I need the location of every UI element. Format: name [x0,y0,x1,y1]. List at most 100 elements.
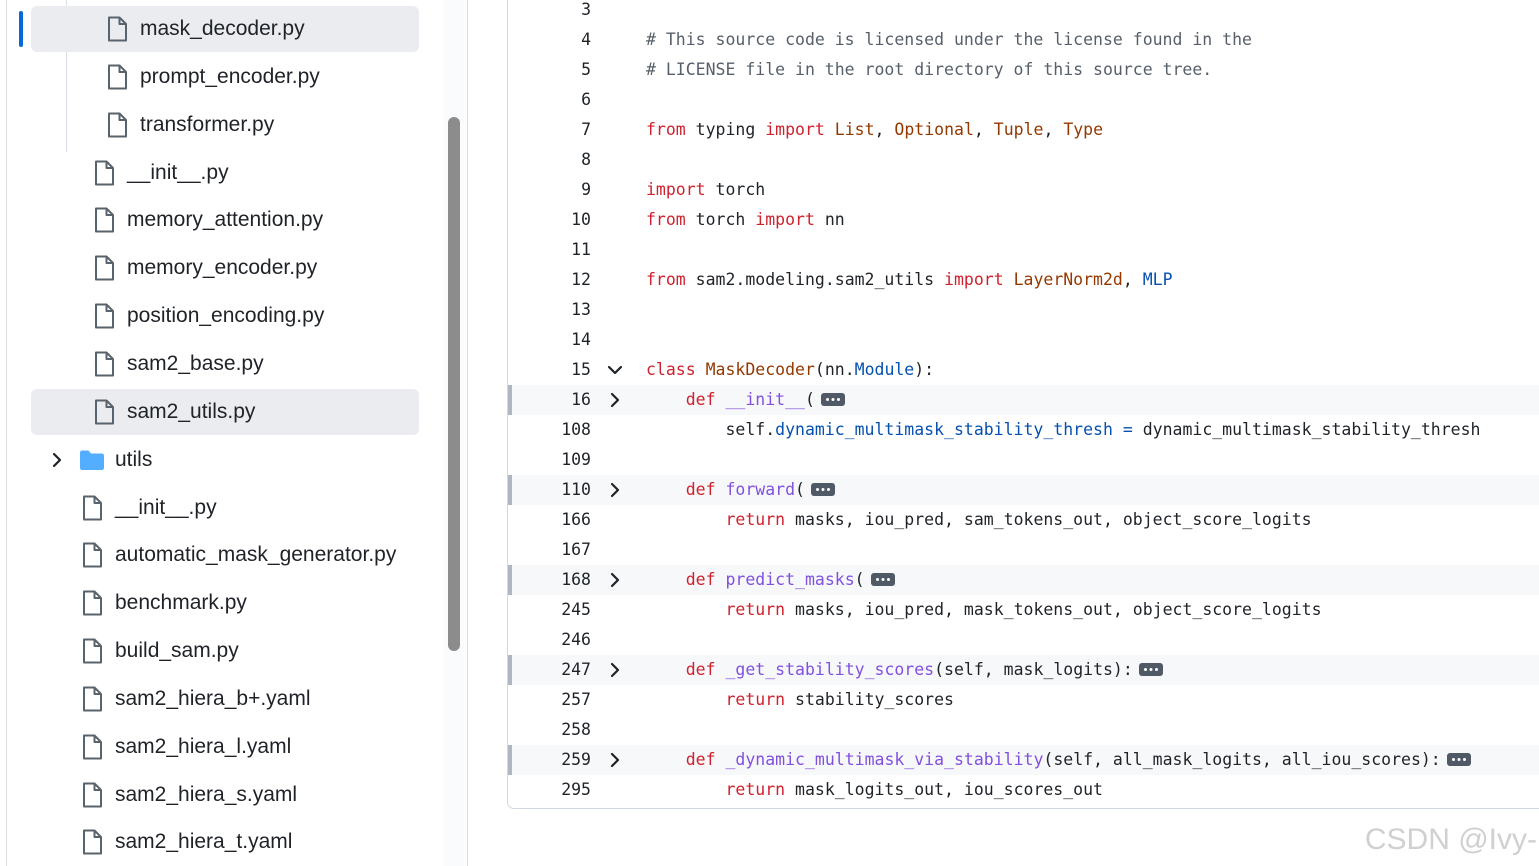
tree-file-item[interactable]: memory_attention.py [31,197,419,243]
expand-ellipsis-button[interactable] [1138,663,1163,676]
line-number[interactable]: 4 [508,25,591,55]
file-icon [79,542,105,568]
expand-ellipsis-button[interactable] [870,573,895,586]
code-line: 245 return masks, iou_pred, mask_tokens_… [508,595,1539,625]
code-line: 259 def _dynamic_multimask_via_stability… [508,745,1539,775]
code-text: def __init__( [646,385,845,415]
chevron-right-icon[interactable] [605,660,625,680]
tree-file-item[interactable]: __init__.py [31,485,419,531]
code-token: import [765,120,825,139]
chevron-right-icon[interactable] [605,390,625,410]
code-line: 166 return masks, iou_pred, sam_tokens_o… [508,505,1539,535]
tree-file-item[interactable]: sam2_utils.py [31,388,419,435]
file-icon [104,64,130,90]
tree-file-item[interactable]: sam2_hiera_b+.yaml [31,676,419,722]
line-number[interactable]: 168 [508,565,591,595]
tree-file-item[interactable]: sam2_hiera_l.yaml [31,724,419,770]
file-icon [79,782,105,808]
tree-item-label: sam2_base.py [127,351,264,375]
code-line: 16 def __init__( [508,385,1539,415]
tree-file-item[interactable]: benchmark.py [31,580,419,626]
expand-ellipsis-button[interactable] [810,483,835,496]
code-text: def _get_stability_scores(self, mask_log… [646,655,1163,685]
code-text: return masks, iou_pred, mask_tokens_out,… [646,595,1321,625]
file-icon [91,160,117,186]
code-line: 4 # This source code is licensed under th… [508,25,1539,55]
line-number[interactable]: 12 [508,265,591,295]
line-number[interactable]: 7 [508,115,591,145]
code-token: (nn. [814,360,855,379]
tree-file-item[interactable]: __init__.py [31,150,419,196]
code-line: 167 [508,535,1539,565]
tree-file-item[interactable]: automatic_mask_generator.py [31,532,419,578]
tree-file-item[interactable]: prompt_encoder.py [31,54,419,100]
tree-file-item[interactable]: sam2_base.py [31,341,419,387]
tree-folder-item[interactable]: utils [31,437,419,483]
line-number[interactable]: 295 [508,775,591,805]
line-number[interactable]: 245 [508,595,591,625]
line-number[interactable]: 5 [508,55,591,85]
line-number[interactable]: 8 [508,145,591,175]
code-text: def _dynamic_multimask_via_stability(sel… [646,745,1471,775]
code-token: , [1122,270,1143,289]
tree-file-item[interactable]: sam2_hiera_s.yaml [31,772,419,818]
code-token: forward [725,480,796,499]
code-line: 7 from typing import List, Optional, Tupl… [508,115,1539,145]
tree-item-label: memory_attention.py [127,208,324,232]
chevron-right-icon[interactable] [605,480,625,500]
line-number[interactable]: 11 [508,235,591,265]
code-token: nn [814,210,845,229]
code-token: , [1043,120,1064,139]
line-number[interactable]: 3 [508,0,591,25]
line-number[interactable]: 14 [508,325,591,355]
line-number[interactable]: 16 [508,385,591,415]
line-number[interactable]: 258 [508,715,591,745]
line-number[interactable]: 108 [508,415,591,445]
line-number[interactable]: 109 [508,445,591,475]
scrollbar-thumb[interactable] [448,117,460,651]
line-number[interactable]: 13 [508,295,591,325]
expand-ellipsis-button[interactable] [1446,753,1471,766]
tree-item-label: transformer.py [140,112,275,136]
tree-file-item[interactable]: sam2_hiera_t.yaml [31,819,419,865]
code-line: 12 from sam2.modeling.sam2_utils import L… [508,265,1539,295]
chevron-right-icon[interactable] [605,750,625,770]
line-number[interactable]: 247 [508,655,591,685]
line-number[interactable]: 15 [508,355,591,385]
code-line: 15 class MaskDecoder(nn.Module): [508,355,1539,385]
line-number[interactable]: 166 [508,505,591,535]
line-number[interactable]: 110 [508,475,591,505]
code-line: 257 return stability_scores [508,685,1539,715]
line-number[interactable]: 257 [508,685,591,715]
expand-ellipsis-button[interactable] [820,393,845,406]
chevron-right-icon[interactable] [605,570,625,590]
line-number[interactable]: 246 [508,625,591,655]
code-token: stability_scores [785,690,954,709]
tree-file-item[interactable]: memory_encoder.py [31,245,419,291]
code-text: def predict_masks( [646,565,895,595]
tree-item-label: benchmark.py [115,591,247,615]
chevron-down-icon[interactable] [605,360,625,380]
code-token: = [1122,420,1133,439]
line-number[interactable]: 167 [508,535,591,565]
tree-file-item[interactable]: mask_decoder.py [31,6,419,52]
line-number[interactable]: 6 [508,85,591,115]
tree-file-item[interactable]: build_sam.py [31,628,419,674]
line-number[interactable]: 9 [508,175,591,205]
tree-file-item[interactable]: transformer.py [31,102,419,148]
tree-item-label: __init__.py [115,495,217,519]
code-token: , [973,120,994,139]
line-number[interactable]: 259 [508,745,591,775]
tree-file-item[interactable]: position_encoding.py [31,293,419,339]
line-number[interactable]: 10 [508,205,591,235]
chevron-right-icon[interactable] [48,451,66,469]
tree-item-label: prompt_encoder.py [140,64,320,88]
code-line: 168 def predict_masks( [508,565,1539,595]
code-line: 6 [508,85,1539,115]
code-token: masks, iou_pred, sam_tokens_out, object_… [785,510,1312,529]
